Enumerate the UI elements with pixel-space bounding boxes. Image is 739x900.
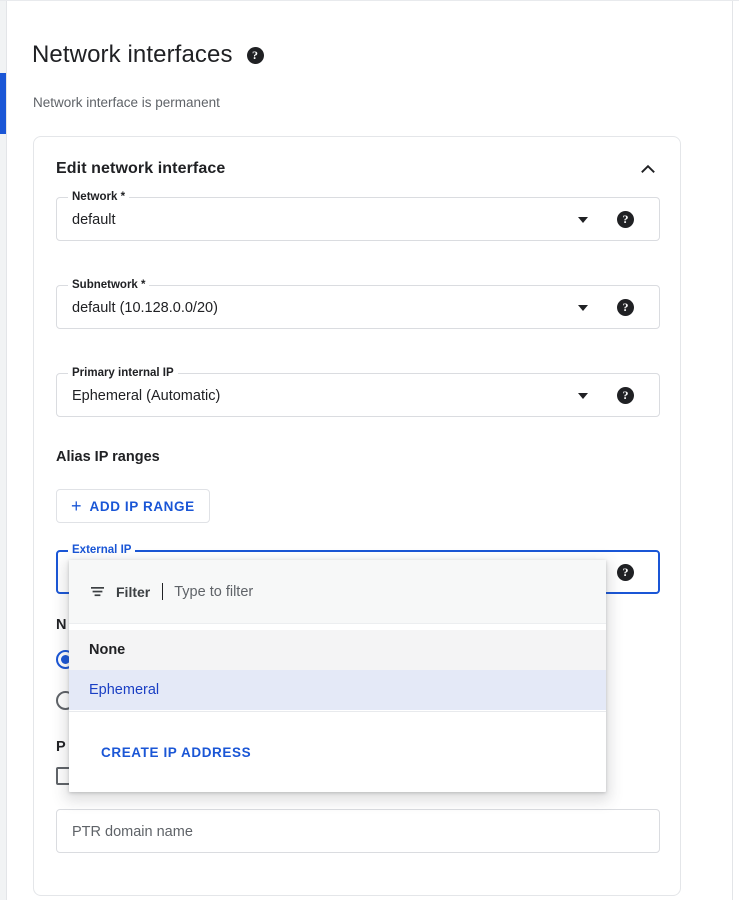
chevron-up-icon[interactable] (636, 157, 660, 181)
primary-internal-ip-label: Primary internal IP (68, 366, 178, 380)
vertical-scrollbar-thumb[interactable] (0, 73, 6, 134)
create-ip-address-label: CREATE IP ADDRESS (101, 744, 252, 760)
subnetwork-select-value: default (10.128.0.0/20) (72, 300, 218, 316)
dropdown-filter-row[interactable]: Filter Type to filter (69, 560, 606, 624)
chevron-down-icon[interactable] (578, 217, 588, 223)
ptr-domain-name-placeholder: PTR domain name (72, 824, 193, 840)
public-ptr-label: P (56, 739, 66, 755)
card-title: Edit network interface (56, 160, 226, 177)
window-top-border (0, 0, 739, 1)
content-right-divider (732, 1, 733, 900)
ptr-domain-name-input[interactable]: PTR domain name (56, 809, 660, 853)
dropdown-option-ephemeral-label: Ephemeral (89, 682, 160, 698)
dropdown-option-none[interactable]: None (69, 630, 606, 670)
card-header: Edit network interface (56, 157, 660, 181)
help-icon[interactable]: ? (617, 211, 634, 228)
dropdown-option-none-label: None (89, 642, 126, 658)
subnetwork-select-label: Subnetwork * (68, 278, 150, 292)
page-header: Network interfaces ? (32, 40, 264, 70)
chevron-down-icon[interactable] (578, 305, 588, 311)
help-icon[interactable]: ? (617, 564, 634, 581)
network-service-tier-label: N (56, 617, 67, 633)
subnetwork-select[interactable]: Subnetwork * default (10.128.0.0/20) ? (56, 278, 660, 329)
page-subtitle: Network interface is permanent (33, 95, 220, 110)
chevron-down-icon[interactable] (578, 393, 588, 399)
dropdown-filter-input[interactable]: Type to filter (174, 582, 253, 602)
help-icon[interactable]: ? (246, 46, 264, 64)
alias-ip-ranges-label: Alias IP ranges (56, 449, 160, 465)
content-left-divider (6, 1, 7, 900)
external-ip-dropdown-panel: Filter Type to filter None Ephemeral CRE… (69, 560, 606, 792)
filter-icon (89, 583, 106, 600)
dropdown-option-ephemeral[interactable]: Ephemeral (69, 670, 606, 710)
add-ip-range-label: ADD IP RANGE (89, 498, 195, 514)
text-cursor (162, 583, 164, 600)
primary-internal-ip-value: Ephemeral (Automatic) (72, 388, 221, 404)
help-icon[interactable]: ? (617, 387, 634, 404)
external-ip-label: External IP (68, 543, 136, 557)
help-icon[interactable]: ? (617, 299, 634, 316)
network-select[interactable]: Network * default ? (56, 190, 660, 241)
dropdown-filter-label: Filter (116, 583, 151, 600)
primary-internal-ip-select[interactable]: Primary internal IP Ephemeral (Automatic… (56, 366, 660, 417)
page-title: Network interfaces (32, 41, 233, 68)
create-ip-address-button[interactable]: CREATE IP ADDRESS (69, 712, 606, 792)
plus-icon: + (71, 496, 82, 516)
network-select-value: default (72, 212, 116, 228)
vertical-scrollbar-track[interactable] (0, 1, 6, 900)
network-select-label: Network * (68, 190, 130, 204)
add-ip-range-button[interactable]: + ADD IP RANGE (56, 489, 210, 523)
